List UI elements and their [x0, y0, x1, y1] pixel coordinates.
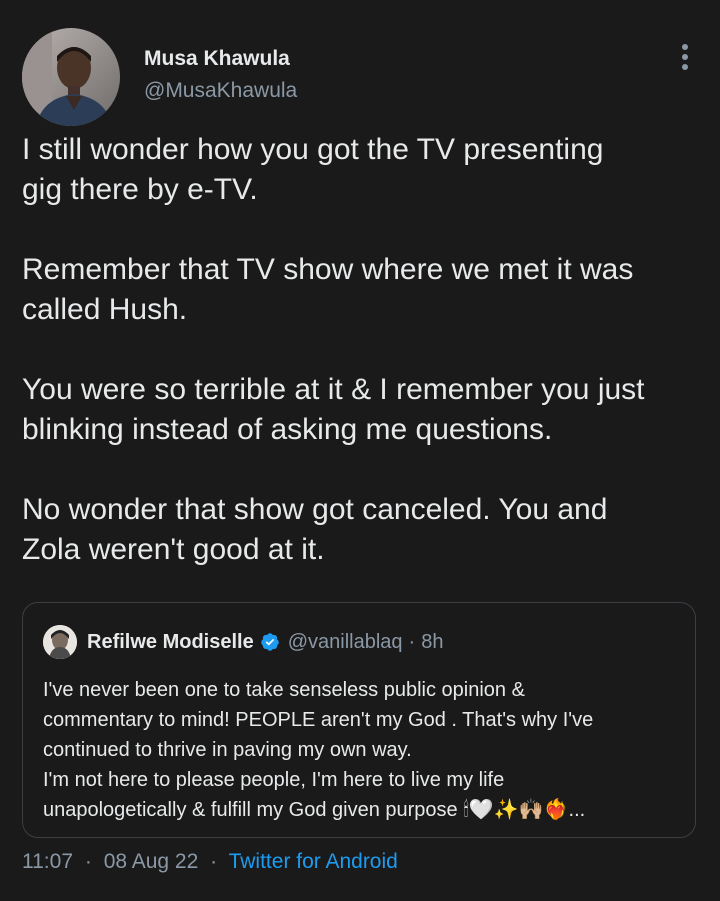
tweet-paragraph: Remember that TV show where we met it wa… [22, 253, 634, 326]
author-handle[interactable]: @MusaKhawula [144, 78, 297, 104]
tweet-text: I still wonder how you got the TV presen… [22, 130, 702, 610]
quoted-author-avatar [43, 625, 77, 659]
more-options-button[interactable] [670, 40, 700, 74]
tweet-paragraph: You were so terrible at it & I remember … [22, 373, 645, 446]
more-vertical-icon-dot [682, 64, 688, 70]
meta-separator: · [84, 850, 92, 873]
verified-badge-icon [260, 633, 279, 651]
quoted-tweet-line: continued to thrive in paving my own way… [43, 739, 412, 761]
quoted-tweet-line: unapologetically & fulfill my God given … [43, 799, 586, 821]
quoted-tweet-time: 8h [421, 630, 444, 653]
quoted-tweet-line: commentary to mind! PEOPLE aren't my God… [43, 709, 594, 731]
author-display-name[interactable]: Musa Khawula [144, 46, 297, 72]
tweet-source-link[interactable]: Twitter for Android [229, 850, 398, 873]
quoted-tweet-header: Refilwe Modiselle @vanillablaq · 8h [43, 625, 443, 659]
more-vertical-icon [682, 44, 688, 50]
quoted-tweet-line: I'm not here to please people, I'm here … [43, 769, 505, 791]
tweet-detail: Musa Khawula @MusaKhawula I still wonder… [0, 0, 720, 901]
more-vertical-icon-dot [682, 54, 688, 60]
tweet-time[interactable]: 11:07 [22, 850, 73, 873]
tweet-date[interactable]: 08 Aug 22 [104, 850, 199, 873]
tweet-paragraph: No wonder that show got canceled. You an… [22, 493, 608, 566]
quoted-tweet-text: I've never been one to take senseless pu… [43, 675, 683, 825]
meta-separator: · [210, 850, 218, 873]
tweet-paragraph: I still wonder how you got the TV presen… [22, 133, 604, 206]
quoted-author-name: Refilwe Modiselle [87, 630, 254, 653]
quoted-header-separator: · [408, 630, 416, 653]
quoted-author-handle: @vanillablaq [287, 630, 403, 653]
tweet-meta: 11:07 · 08 Aug 22 · Twitter for Android [22, 850, 398, 874]
quoted-tweet-card[interactable]: Refilwe Modiselle @vanillablaq · 8h I've… [22, 602, 696, 838]
quoted-tweet-line: I've never been one to take senseless pu… [43, 679, 525, 701]
author-info: Musa Khawula @MusaKhawula [144, 46, 297, 104]
author-avatar-image [22, 28, 120, 126]
quoted-author-avatar-image [43, 625, 77, 659]
author-avatar[interactable] [22, 28, 120, 126]
